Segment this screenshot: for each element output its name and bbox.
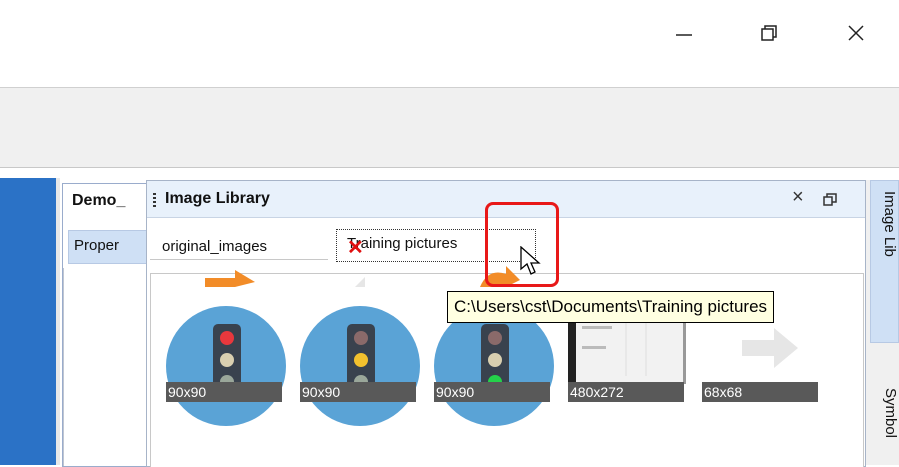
image-library-title: Image Library: [165, 190, 270, 207]
panel-close-button[interactable]: ×: [792, 186, 804, 209]
traffic-light-image: [434, 306, 554, 426]
gray-arrow-image[interactable]: [345, 262, 405, 287]
image-thumbnail[interactable]: 90x90: [166, 306, 286, 426]
close-window-button[interactable]: [833, 18, 879, 48]
panel-divider[interactable]: [56, 178, 60, 465]
tab-original-images[interactable]: original_images: [150, 229, 328, 260]
mouse-cursor-icon: [520, 246, 541, 275]
toolbar-area: [0, 87, 899, 168]
minimize-button[interactable]: [661, 18, 707, 48]
demo-panel-header[interactable]: Demo_: [63, 184, 153, 218]
orange-arrow-image[interactable]: [205, 262, 265, 287]
side-tab-symbol-label: Symbol: [882, 388, 899, 439]
traffic-light-image: [300, 306, 420, 426]
image-size-label: 68x68: [702, 382, 818, 402]
tab-properties[interactable]: Proper: [68, 230, 154, 264]
path-tooltip: C:\Users\cst\Documents\Training pictures: [447, 291, 775, 323]
demo-panel: Demo_ Proper: [62, 183, 154, 467]
image-thumbnail[interactable]: 90x90: [300, 306, 420, 426]
demo-panel-title: Demo_: [72, 192, 126, 209]
image-size-label: 90x90: [166, 382, 282, 402]
side-tab-symbol[interactable]: Symbol: [870, 378, 899, 465]
restore-icon: [761, 25, 777, 41]
side-tab-image-library-label: Image Lib: [881, 191, 898, 257]
tab-close-icon[interactable]: ✕: [347, 235, 364, 260]
left-panel: [0, 178, 56, 465]
image-size-label: 90x90: [434, 382, 550, 402]
drag-grip-icon[interactable]: [153, 193, 156, 207]
display-image: [568, 316, 686, 384]
float-window-icon[interactable]: [823, 193, 837, 206]
restore-button[interactable]: [746, 18, 792, 48]
side-tab-image-library[interactable]: Image Lib: [870, 180, 899, 343]
minimize-icon: [676, 34, 692, 36]
demo-panel-content: [63, 268, 65, 466]
tab-original-images-label: original_images: [162, 238, 268, 255]
image-size-label: 90x90: [300, 382, 416, 402]
tab-properties-label: Proper: [74, 237, 120, 254]
image-size-label: 480x272: [568, 382, 684, 402]
arrow-right-icon: [742, 328, 798, 368]
traffic-light-image: [166, 306, 286, 426]
close-icon: [848, 25, 864, 41]
